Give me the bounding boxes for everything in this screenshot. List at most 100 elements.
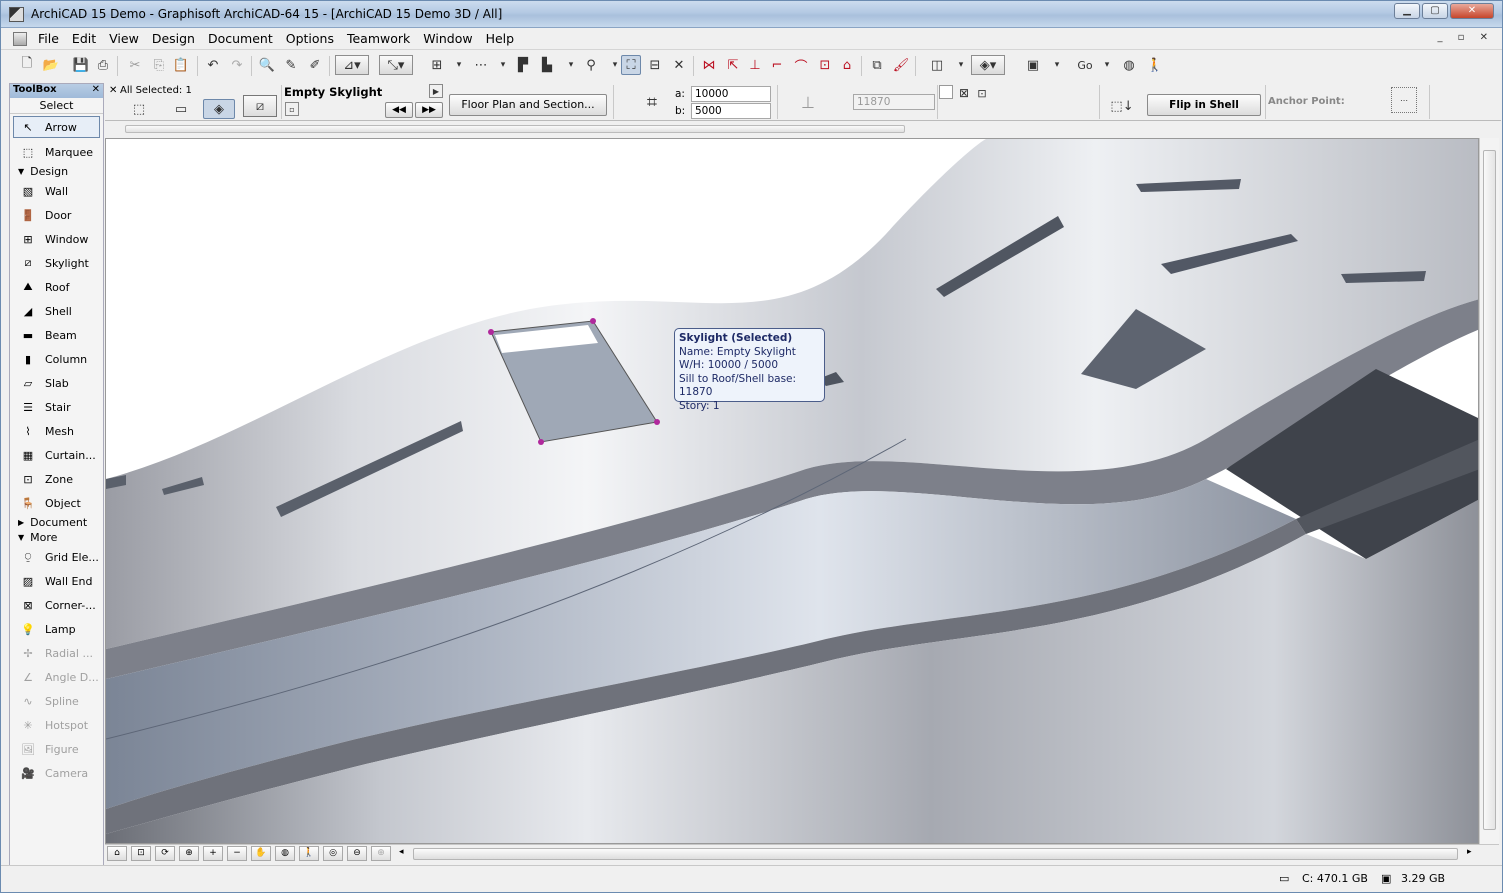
menu-teamwork[interactable]: Teamwork (347, 31, 410, 46)
menu-file[interactable]: File (38, 31, 59, 46)
tool-radial-dimension[interactable]: ✢ Radial ... (10, 641, 103, 665)
document-icon[interactable] (13, 32, 27, 46)
shell-3d-model[interactable] (106, 139, 1479, 844)
menu-help[interactable]: Help (486, 31, 515, 46)
3d-mode-icon[interactable]: ◈▾ (971, 55, 1005, 75)
tool-wall-end[interactable]: ▨ Wall End (10, 569, 103, 593)
tool-lamp[interactable]: 💡 Lamp (10, 617, 103, 641)
go-dropdown-icon[interactable]: ▾ (1097, 55, 1117, 75)
tool-corner-window[interactable]: ⊠ Corner-... (10, 593, 103, 617)
transform-icon[interactable]: ⧉ (867, 55, 887, 75)
menu-edit[interactable]: Edit (72, 31, 96, 46)
fillet-icon[interactable]: ⌐ (767, 55, 787, 75)
next-button[interactable]: ▶▶ (415, 102, 443, 118)
nav-zoom-prev-icon[interactable]: ⊖ (347, 846, 367, 861)
new-icon[interactable]: 🗋 (17, 55, 37, 75)
find-select-icon[interactable]: 🔍 (257, 55, 277, 75)
nav-walk-icon[interactable]: 🚶 (299, 846, 319, 861)
tool-object[interactable]: 🪑 Object (10, 491, 103, 515)
layer-icon[interactable]: ⊟ (645, 55, 665, 75)
cut-icon[interactable]: ✂ (125, 55, 145, 75)
nav-zoom-area-icon[interactable]: ⊕ (179, 846, 199, 861)
tool-stair[interactable]: ☰ Stair (10, 395, 103, 419)
tool-arrow[interactable]: ↖ Arrow (13, 116, 100, 138)
3d-window-icon[interactable]: ◫ (927, 55, 947, 75)
mdi-controls[interactable]: _ ▫ ✕ (1437, 32, 1494, 43)
nav-home-icon[interactable]: ⌂ (107, 846, 127, 861)
paint-icon[interactable]: 🖌 (891, 55, 911, 75)
layout-dropdown-icon[interactable]: ▾ (1047, 55, 1067, 75)
go-button[interactable]: Go (1073, 55, 1097, 75)
b-input[interactable]: 5000 (691, 103, 771, 119)
cross-box-icon[interactable]: ⊠ (957, 86, 971, 100)
snap-guides-icon[interactable]: ⤡▾ (379, 55, 413, 75)
nav-zoom-fit-icon[interactable]: ◎ (323, 846, 343, 861)
scroll-right-icon[interactable]: ▸ (1467, 847, 1472, 857)
prev-button[interactable]: ◀◀ (385, 102, 413, 118)
print-icon[interactable]: ⎙ (93, 55, 113, 75)
tool-window[interactable]: ⊞ Window (10, 227, 103, 251)
minimize-button[interactable]: ▁ (1394, 3, 1420, 19)
tool-beam[interactable]: ▬ Beam (10, 323, 103, 347)
a-input[interactable]: 10000 (691, 86, 771, 102)
flip-in-shell-button[interactable]: Flip in Shell (1147, 94, 1261, 116)
tool-curtain-wall[interactable]: ▦ Curtain... (10, 443, 103, 467)
nav-orbit-icon[interactable]: ⟳ (155, 846, 175, 861)
tool-wall[interactable]: ▧ Wall (10, 179, 103, 203)
eyedropper-icon[interactable]: ✎ (281, 55, 301, 75)
toolbox-close-icon[interactable]: ✕ (92, 84, 100, 95)
infobox-scrollbar[interactable] (105, 123, 1499, 136)
geometry-method-icon[interactable]: ⬚ (129, 99, 149, 119)
3d-viewport[interactable]: Skylight (Selected) Name: Empty Skylight… (105, 138, 1479, 844)
option-checkbox[interactable] (939, 85, 953, 99)
menu-view[interactable]: View (109, 31, 139, 46)
more-section[interactable]: ▼ More (10, 530, 103, 545)
redo-icon[interactable]: ↷ (227, 55, 247, 75)
tool-mesh[interactable]: ⌇ Mesh (10, 419, 103, 443)
anchor-small-icon[interactable]: ▫ (285, 102, 299, 116)
horizontal-scrollbar-thumb[interactable] (413, 848, 1458, 860)
grid-dropdown-icon[interactable]: ▾ (449, 55, 469, 75)
tool-spline[interactable]: ∿ Spline (10, 689, 103, 713)
grid-snap-icon[interactable]: ⊞ (427, 55, 447, 75)
nav-pan-icon[interactable]: ✋ (251, 846, 271, 861)
anchor-point-grid-icon[interactable]: ⋯ (1391, 87, 1417, 113)
nav-explore-icon[interactable]: ◍ (275, 846, 295, 861)
close-button[interactable]: ✕ (1450, 3, 1494, 19)
copy-icon[interactable]: ⎘ (149, 55, 169, 75)
grid-box-icon[interactable]: ⊡ (975, 86, 989, 100)
sill-input[interactable]: 11870 (853, 94, 935, 110)
tool-door[interactable]: 🚪 Door (10, 203, 103, 227)
group-icon[interactable]: ▙ (537, 55, 557, 75)
offset-icon[interactable]: ⊡ (815, 55, 835, 75)
delete-icon[interactable]: ✕ (669, 55, 689, 75)
scroll-left-icon[interactable]: ◂ (399, 847, 404, 857)
trim-icon[interactable]: ▛ (513, 55, 533, 75)
syringe-icon[interactable]: ✐ (305, 55, 325, 75)
design-section[interactable]: ▼ Design (10, 164, 103, 179)
tool-column[interactable]: ▮ Column (10, 347, 103, 371)
undo-icon[interactable]: ↶ (203, 55, 223, 75)
tool-zone[interactable]: ⊡ Zone (10, 467, 103, 491)
vertical-scrollbar-thumb[interactable] (1483, 150, 1496, 830)
skylight-method-icon[interactable]: ◈ (203, 99, 235, 119)
tool-slab[interactable]: ▱ Slab (10, 371, 103, 395)
maximize-button[interactable]: ▢ (1422, 3, 1448, 19)
tool-skylight[interactable]: ⧄ Skylight (10, 251, 103, 275)
tool-marquee[interactable]: ⬚ Marquee (10, 140, 103, 164)
paste-icon[interactable]: 📋 (171, 55, 191, 75)
open-icon[interactable]: 📂 (41, 55, 61, 75)
tool-camera[interactable]: 🎥 Camera (10, 761, 103, 785)
tool-figure[interactable]: 🖼 Figure (10, 737, 103, 761)
tool-angle-dimension[interactable]: ∠ Angle D... (10, 665, 103, 689)
menu-window[interactable]: Window (423, 31, 472, 46)
tool-hotspot[interactable]: ✳ Hotspot (10, 713, 103, 737)
group-dropdown-icon[interactable]: ▾ (561, 55, 581, 75)
guide-lines-icon[interactable]: ⊿▾ (335, 55, 369, 75)
menu-document[interactable]: Document (208, 31, 273, 46)
layout-icon[interactable]: ▣ (1023, 55, 1043, 75)
nav-zoom-next-icon[interactable]: ⊕ (371, 846, 391, 861)
skylight-settings-icon[interactable]: ⧄ (243, 95, 277, 117)
roof-icon[interactable]: ⌂ (837, 55, 857, 75)
tool-shell[interactable]: ◢ Shell (10, 299, 103, 323)
